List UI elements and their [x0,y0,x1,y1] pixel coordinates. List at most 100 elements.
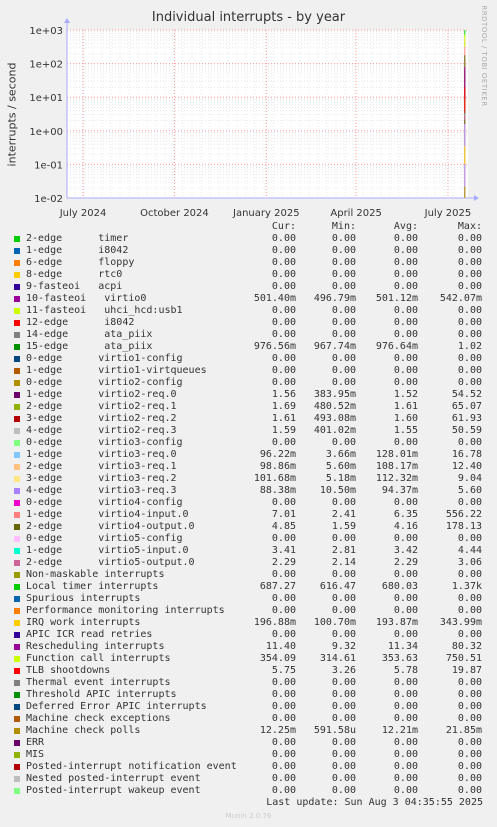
legend-value-min: 383.95m [313,389,356,400]
legend-value-min: 0.00 [331,677,356,688]
legend-series-name: 2-edge virtio2-req.1 [26,401,177,412]
legend-value-min: 0.00 [331,329,356,340]
legend-swatch [14,284,20,290]
legend-value-min: 9.32 [331,641,356,652]
x-tick-label: October 2024 [140,208,209,219]
legend-value-max: 0.00 [457,701,482,712]
legend-value-min: 5.60m [325,461,356,472]
legend-value-avg: 193.87m [375,617,418,628]
legend-item: 3-edge virtio2-req.2 1.61 493.08m 1.60 61.93 [0,413,497,425]
legend-item: 0-edge virtio4-config 0.00 0.00 0.00 0.00 [0,497,497,509]
legend-value-min: 0.00 [331,629,356,640]
legend-value-max: 0.00 [457,497,482,508]
legend-series-name: 4-edge virtio3-req.3 [26,485,177,496]
legend-value-max: 1.02 [457,341,482,352]
legend-swatch [14,320,20,326]
legend-value-max: 3.06 [457,557,482,568]
legend-value-avg: 11.34 [387,641,418,652]
legend-swatch [14,632,20,638]
legend-swatch [14,764,20,770]
legend-value-max: 0.00 [457,353,482,364]
legend-item: 11-fasteoi uhci_hcd:usb1 0.00 0.00 0.00 0.00 [0,305,497,317]
legend-value-min: 967.74m [313,341,356,352]
legend-series-name: Nested posted-interrupt event [26,773,201,784]
legend-swatch [14,524,20,530]
legend-value-avg: 5.78 [393,665,418,676]
legend-swatch [14,500,20,506]
legend-series-name: Posted-interrupt notification event [26,761,237,772]
legend-value-max: 178.13 [445,521,482,532]
legend-item: 3-edge virtio3-req.2 101.68m 5.18m 112.32m 9… [0,473,497,485]
legend-value-min: 2.41 [331,509,356,520]
y-tick-label: 1e-02 [34,194,63,205]
legend-value-avg: 4.16 [393,521,418,532]
legend-item: Deferred Error APIC interrupts 0.00 0.00 0.… [0,701,497,713]
legend-series-name: 14-edge ata_piix [26,329,153,340]
y-tick-label: 1e+03 [29,26,63,37]
legend-series-name: APIC ICR read retries [26,629,153,640]
legend-item: Machine check exceptions 0.00 0.00 0.00 0.00 [0,713,497,725]
legend-series-name: 1-edge i8042 [26,245,129,256]
legend-item: 1-edge virtio2-req.0 1.56 383.95m 1.52 54.52 [0,389,497,401]
legend-item: 15-edge ata_piix 976.56m 967.74m 976.64m 1.0… [0,341,497,353]
legend-item: 14-edge ata_piix 0.00 0.00 0.00 0.00 [0,329,497,341]
legend-swatch [14,332,20,338]
legend-value-min: 0.00 [331,785,356,796]
legend-swatch [14,740,20,746]
legend-value-max: 0.00 [457,737,482,748]
legend-value-min: 0.00 [331,749,356,760]
y-tick-label: 1e-01 [34,160,63,171]
legend-value-avg: 0.00 [393,281,418,292]
legend-swatch [14,380,20,386]
legend-value-max: 65.07 [451,401,482,412]
legend-swatch [14,464,20,470]
legend-swatch [14,476,20,482]
legend-value-max: 61.93 [451,413,482,424]
y-tick-label: 1e+00 [29,127,63,138]
legend-swatch [14,260,20,266]
legend-header: Cur: Min: Avg: Max: [0,221,497,233]
legend-value-max: 0.00 [457,677,482,688]
legend-item: 9-fasteoi acpi 0.00 0.00 0.00 0.00 [0,281,497,293]
legend-value-min: 616.47 [319,581,356,592]
legend-item: Thermal event interrupts 0.00 0.00 0.00 0.00 [0,677,497,689]
legend-value-min: 0.00 [331,605,356,616]
legend-item: 8-edge rtc0 0.00 0.00 0.00 0.00 [0,269,497,281]
legend-value-avg: 0.00 [393,365,418,376]
legend-series-name: 1-edge virtio5-input.0 [26,545,189,556]
legend-item: Nested posted-interrupt event 0.00 0.00 0.0… [0,773,497,785]
legend-value-min: 314.61 [319,653,356,664]
legend-item: 1-edge virtio5-input.0 3.41 2.81 3.42 4.44 [0,545,497,557]
legend-swatch [14,596,20,602]
legend-swatch [14,680,20,686]
legend-value-avg: 1.61 [393,401,418,412]
legend-value-avg: 0.00 [393,305,418,316]
legend-value-max: 9.04 [457,473,482,484]
legend-series-name: Threshold APIC interrupts [26,689,177,700]
legend-swatch [14,512,20,518]
legend-swatch [14,248,20,254]
legend-series-name: 2-edge virtio5-output.0 [26,557,195,568]
generator-credit: Munin 2.0.76 [225,812,272,820]
y-tick-label: 1e+01 [29,93,63,104]
legend-value-avg: 6.35 [393,509,418,520]
legend-item: Spurious interrupts 0.00 0.00 0.00 0.00 [0,593,497,605]
legend-value-max: 0.00 [457,233,482,244]
legend-item: Machine check polls 12.25m 591.58u 12.21m 21… [0,725,497,737]
legend-item: Performance monitoring interrupts 0.00 0.0… [0,605,497,617]
legend-value-avg: 0.00 [393,701,418,712]
legend-value-min: 493.08m [313,413,356,424]
legend-series-name: 8-edge rtc0 [26,269,123,280]
legend-value-max: 4.44 [457,545,482,556]
legend-swatch [14,452,20,458]
legend-value-min: 0.00 [331,497,356,508]
legend-series-name: Rescheduling interrupts [26,641,165,652]
x-tick-label: July 2025 [424,208,472,219]
legend-value-avg: 0.00 [393,269,418,280]
legend-value-avg: 0.00 [393,713,418,724]
legend-value-max: 0.00 [457,749,482,760]
legend-value-min: 5.18m [325,473,356,484]
legend-value-min: 3.66m [325,449,356,460]
legend-value-min: 0.00 [331,245,356,256]
legend-series-name: 4-edge virtio2-req.3 [26,425,177,436]
